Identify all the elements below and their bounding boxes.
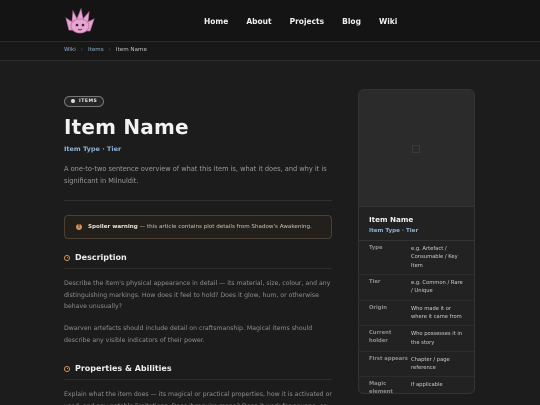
- nav-about-link[interactable]: About: [246, 17, 271, 26]
- infobox-key: First appears: [369, 355, 408, 362]
- item-subtitle: Item Type · Tier: [64, 145, 122, 153]
- paragraph: Dwarven artefacts should include detail …: [64, 325, 313, 344]
- nav-projects-link[interactable]: Projects: [290, 17, 325, 26]
- spoiler-text: Spoiler warning — this article contains …: [88, 224, 312, 230]
- nav-wiki-link[interactable]: Wiki: [379, 17, 397, 26]
- badge-dot-icon: [71, 99, 75, 103]
- info-icon: [64, 365, 70, 372]
- infobox-row: Origin Who made it or where it came from: [359, 301, 474, 327]
- category-badge[interactable]: ITEMS: [64, 95, 105, 107]
- infobox-title: Item Name: [369, 215, 414, 224]
- article-main: ITEMS Item Name Item Type · Tier A one-t…: [64, 88, 332, 405]
- infobox-value: Who possesses it in the story: [411, 331, 463, 346]
- breadcrumb-separator: ›: [80, 47, 84, 53]
- infobox-key: Origin: [369, 304, 387, 311]
- infobox-row: Current holder Who possesses it in the s…: [359, 326, 474, 352]
- image-placeholder-icon: [412, 145, 420, 153]
- divider: [64, 200, 332, 202]
- infobox-key: Magic element: [369, 381, 393, 394]
- breadcrumb-items-link[interactable]: Items: [88, 47, 104, 53]
- divider: [64, 379, 332, 381]
- nav-home-link[interactable]: Home: [204, 17, 228, 26]
- breadcrumb-separator: ›: [108, 47, 111, 53]
- info-icon: [64, 254, 70, 261]
- section-description-heading: Description: [64, 253, 332, 262]
- spoiler-label: Spoiler warning: [88, 224, 138, 231]
- section-properties-heading: Properties & Abilities: [64, 364, 332, 373]
- badge-label: ITEMS: [79, 98, 98, 104]
- infobox-row: First appears Chapter / page reference: [359, 352, 474, 378]
- item-infobox: Item Name Item Type · Tier Type e.g. Art…: [358, 89, 475, 394]
- infobox-row: Type e.g. Artefact / Consumable / Key It…: [359, 241, 474, 275]
- infobox-row: Magic element If applicable: [359, 377, 474, 394]
- breadcrumb-bar: Wiki › Items › Item Name: [0, 42, 540, 61]
- infobox-subtitle: Item Type · Tier: [359, 224, 474, 241]
- site-logo-icon[interactable]: [63, 4, 97, 38]
- breadcrumb-current: Item Name: [115, 47, 147, 53]
- warning-icon: !: [76, 224, 82, 231]
- infobox-key: Type: [369, 245, 383, 251]
- top-navigation: Home About Projects Blog Wiki: [0, 0, 540, 42]
- section-heading-label: Description: [75, 253, 127, 263]
- infobox-value: e.g. Artefact / Consumable / Key Item: [411, 246, 458, 269]
- spoiler-warning-banner: ! Spoiler warning — this article contain…: [64, 215, 332, 240]
- infobox-value: If applicable: [411, 382, 443, 389]
- nav-blog-link[interactable]: Blog: [342, 17, 361, 26]
- infobox-row: Tier e.g. Common / Rare / Unique: [359, 275, 474, 301]
- infobox-value: Who made it or where it came from: [411, 305, 462, 320]
- breadcrumb: Wiki › Items › Item Name: [64, 47, 147, 53]
- divider: [64, 268, 332, 270]
- infobox-key: Current holder: [369, 330, 392, 344]
- infobox-value: e.g. Common / Rare / Unique: [411, 279, 463, 295]
- breadcrumb-wiki-link[interactable]: Wiki: [64, 47, 76, 53]
- paragraph: Explain what the item does — its magical…: [64, 391, 332, 405]
- infobox-key: Tier: [369, 278, 381, 285]
- page-title: Item Name: [64, 115, 189, 139]
- article-lede: A one-to-two sentence overview of what t…: [64, 165, 327, 185]
- paragraph: Describe the item's physical appearance …: [64, 280, 331, 310]
- item-image-placeholder: [359, 90, 474, 207]
- spoiler-detail: — this article contains plot details fro…: [137, 224, 312, 231]
- section-heading-label: Properties & Abilities: [75, 364, 172, 374]
- infobox-value: Chapter / page reference: [411, 356, 450, 372]
- main-menu: Home About Projects Blog Wiki: [190, 0, 415, 42]
